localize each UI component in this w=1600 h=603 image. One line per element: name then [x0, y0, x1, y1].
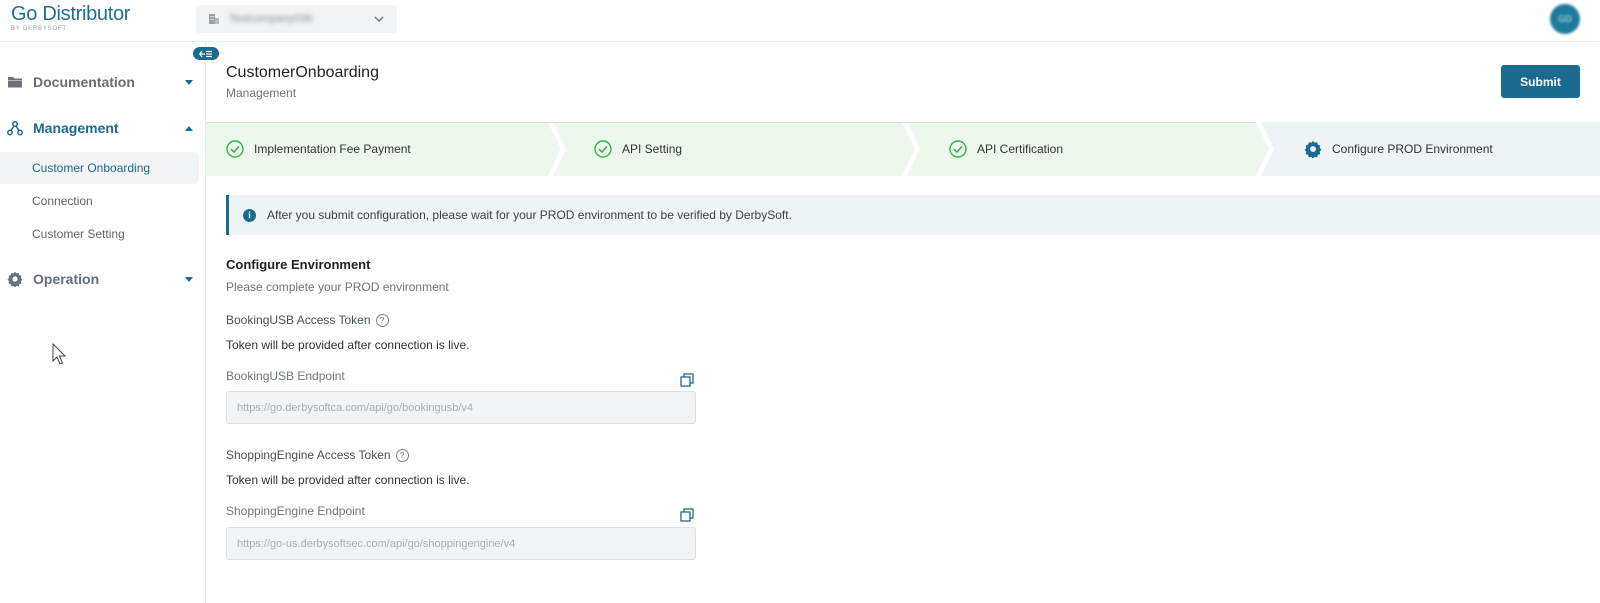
sidebar-item-customer-setting[interactable]: Customer Setting	[0, 218, 199, 250]
step-label: Implementation Fee Payment	[254, 142, 411, 156]
submit-button[interactable]: Submit	[1501, 65, 1580, 98]
section-title: Configure Environment	[226, 257, 371, 272]
sidebar-group-operation[interactable]: Operation	[0, 262, 206, 296]
step-label: API Certification	[977, 142, 1064, 156]
check-circle-icon	[226, 140, 244, 158]
building-icon	[209, 14, 219, 24]
chevron-down-icon	[374, 16, 384, 22]
page-title: CustomerOnboarding	[226, 64, 379, 81]
shopping-endpoint-label: ShoppingEngine Endpoint	[226, 504, 365, 518]
sidebar-item-connection[interactable]: Connection	[0, 185, 199, 217]
help-icon[interactable]: ?	[375, 313, 389, 327]
logo-text: Go Distributor	[11, 3, 131, 25]
help-icon[interactable]: ?	[395, 448, 409, 462]
step-api-certification[interactable]: API Certification	[949, 122, 1063, 176]
check-circle-icon	[594, 140, 612, 158]
caret-down-icon	[185, 277, 193, 282]
shopping-token-label-text: ShoppingEngine Access Token	[226, 448, 391, 462]
step-label: API Setting	[622, 142, 683, 156]
sidebar-group-documentation[interactable]: Documentation	[0, 65, 206, 99]
shopping-endpoint-input[interactable]	[226, 527, 696, 560]
sidebar-group-label: Management	[33, 120, 119, 136]
sidebar-collapse-button[interactable]	[193, 47, 219, 60]
booking-endpoint-label: BookingUSB Endpoint	[226, 369, 345, 383]
booking-token-label: BookingUSB Access Token ?	[226, 313, 389, 327]
main-content: CustomerOnboarding Management Submit Imp…	[206, 42, 1600, 603]
progress-stepper: Implementation Fee Payment API Setting A…	[206, 122, 1600, 176]
gear-icon	[7, 271, 23, 287]
shopping-token-label: ShoppingEngine Access Token ?	[226, 448, 409, 462]
copy-icon[interactable]	[680, 373, 694, 387]
caret-up-icon	[185, 126, 193, 131]
step-label: Configure PROD Environment	[1332, 142, 1493, 156]
company-name: Testcompany036	[229, 13, 313, 25]
company-selector[interactable]: Testcompany036	[196, 5, 397, 33]
booking-token-label-text: BookingUSB Access Token	[226, 313, 371, 327]
step-api-setting[interactable]: API Setting	[594, 122, 682, 176]
sidebar-group-management[interactable]: Management	[0, 111, 206, 145]
collapse-menu-icon	[199, 50, 212, 57]
app-logo[interactable]: Go Distributor BY DERBYSOFT	[11, 3, 130, 33]
network-icon	[7, 121, 23, 136]
sidebar-group-label: Documentation	[33, 74, 135, 90]
mouse-cursor-icon	[52, 343, 67, 365]
caret-down-icon	[185, 80, 193, 85]
sidebar-item-customer-onboarding[interactable]: Customer Onboarding	[0, 152, 199, 184]
booking-token-note: Token will be provided after connection …	[226, 338, 470, 352]
info-alert: i After you submit configuration, please…	[226, 195, 1600, 235]
info-icon: i	[243, 208, 256, 222]
sidebar: Documentation Management Customer Onboar…	[0, 42, 206, 603]
info-message: After you submit configuration, please w…	[267, 208, 792, 222]
sidebar-group-label: Operation	[33, 271, 100, 287]
logo-subtext: BY DERBYSOFT	[11, 26, 67, 32]
folder-icon	[8, 77, 22, 88]
copy-icon[interactable]	[680, 508, 694, 522]
step-implementation-fee-payment[interactable]: Implementation Fee Payment	[226, 122, 411, 176]
section-description: Please complete your PROD environment	[226, 280, 449, 294]
user-avatar[interactable]: GD	[1550, 4, 1580, 34]
step-configure-prod-environment[interactable]: Configure PROD Environment	[1304, 122, 1493, 176]
booking-endpoint-input[interactable]	[226, 391, 696, 424]
gear-icon	[1304, 140, 1322, 158]
top-bar: Go Distributor BY DERBYSOFT Testcompany0…	[0, 0, 1600, 42]
check-circle-icon	[949, 140, 967, 158]
page-subtitle: Management	[226, 86, 297, 100]
shopping-token-note: Token will be provided after connection …	[226, 473, 470, 487]
